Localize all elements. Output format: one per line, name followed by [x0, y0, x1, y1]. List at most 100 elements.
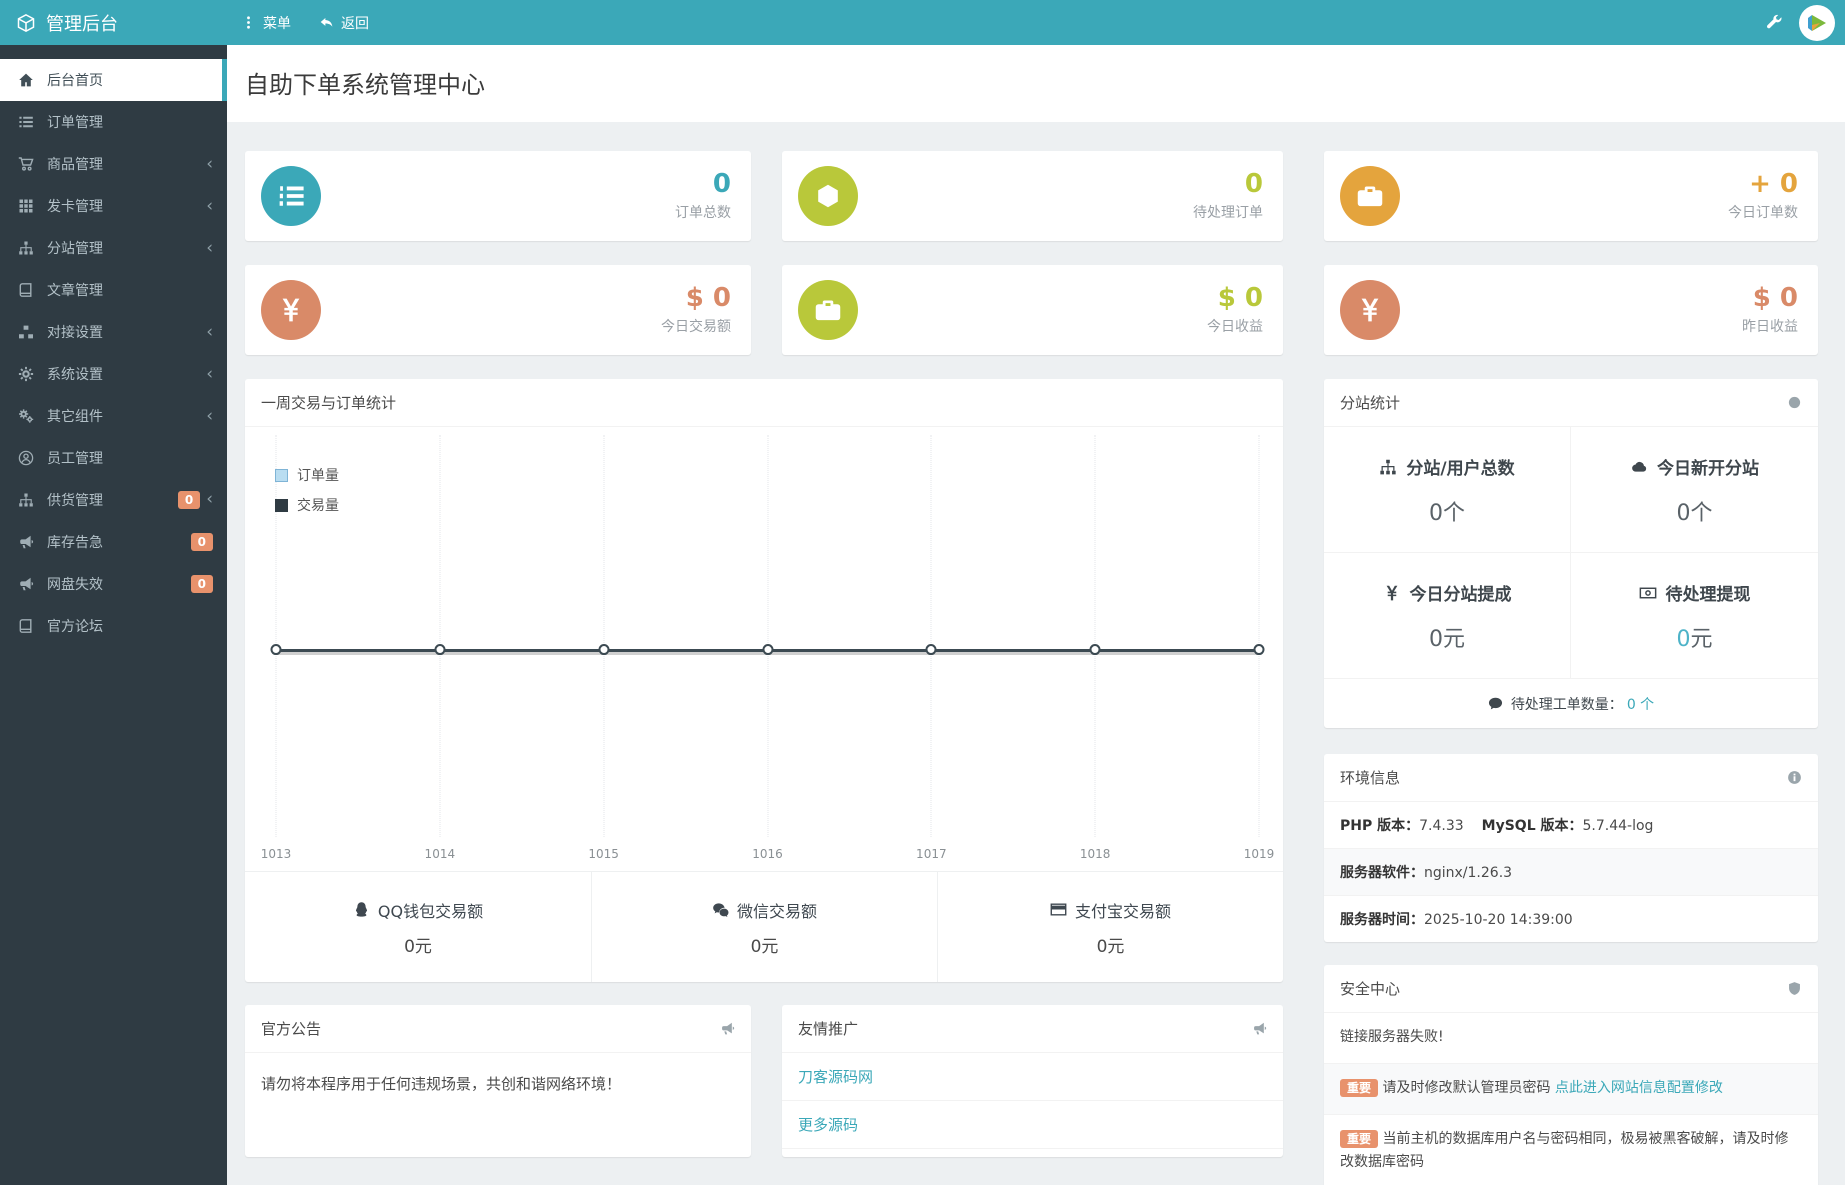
- list-ol-icon: [277, 182, 305, 210]
- promo-link-daoke[interactable]: 刀客源码网: [782, 1053, 1283, 1101]
- chart-legend: 订单量 交易量: [275, 465, 339, 515]
- substation-new-today-cell: 今日新开分站 0个: [1571, 427, 1818, 553]
- stat-cards-row-2: $ 0 今日交易额 $ 0 今日收益 $ 0 昨日收益: [245, 265, 1818, 355]
- server-time: 2025-10-20 14:39:00: [1424, 912, 1573, 928]
- legend-label: 交易量: [297, 498, 339, 514]
- count-badge: 0: [190, 532, 213, 552]
- chart-point: [434, 644, 446, 656]
- sidebar-item-products[interactable]: 商品管理: [0, 143, 227, 185]
- sidebar-item-label: 订单管理: [47, 115, 103, 131]
- cell-value: 0个: [1676, 501, 1713, 526]
- user-circle-icon: [18, 450, 34, 466]
- x-axis-label: 1019: [1243, 847, 1275, 861]
- stat-label: 昨日收益: [1742, 319, 1798, 336]
- book-icon: [18, 282, 34, 298]
- legend-item-trades[interactable]: 交易量: [275, 495, 339, 515]
- legend-item-orders[interactable]: 订单量: [275, 465, 339, 485]
- ellipsis-v-icon: [241, 15, 256, 30]
- cell-value: 0元: [1428, 627, 1465, 652]
- chevron-left-icon: [206, 491, 213, 508]
- comment-icon: [1488, 696, 1503, 711]
- sidebar-item-integration[interactable]: 对接设置: [0, 311, 227, 353]
- chevron-left-icon: [206, 198, 213, 215]
- x-axis-label: 1015: [588, 847, 619, 861]
- security-row-server-fail: 链接服务器失败!: [1324, 1013, 1818, 1064]
- sidebar-item-label: 系统设置: [47, 367, 103, 383]
- stat-cards-row-1: 0 订单总数 0 待处理订单 + 0 今日订单数: [245, 151, 1818, 241]
- sidebar-item-articles[interactable]: 文章管理: [0, 269, 227, 311]
- back-button[interactable]: 返回: [305, 0, 383, 45]
- chart-title: 一周交易与订单统计: [261, 394, 397, 412]
- sidebar-item-substations[interactable]: 分站管理: [0, 227, 227, 269]
- stat-value: 0: [712, 168, 731, 199]
- play-logo-icon: [1803, 8, 1831, 37]
- security-text: 请及时修改默认管理员密码: [1382, 1079, 1555, 1096]
- sidebar-item-dashboard[interactable]: 后台首页: [0, 59, 227, 101]
- sidebar-item-orders[interactable]: 订单管理: [0, 101, 227, 143]
- menu-button[interactable]: 菜单: [227, 0, 305, 45]
- sidebar-item-official-forum[interactable]: 官方论坛: [0, 605, 227, 647]
- chart-point: [762, 644, 773, 656]
- sidebar-item-suppliers[interactable]: 供货管理 0: [0, 479, 227, 521]
- sidebar-item-components[interactable]: 其它组件: [0, 395, 227, 437]
- pending-tickets-row: 待处理工单数量： 0 个: [1324, 678, 1818, 728]
- stat-value: $ 0: [685, 282, 731, 313]
- env-row-time: 服务器时间：2025-10-20 14:39:00: [1340, 912, 1573, 928]
- sidebar-item-label: 对接设置: [47, 325, 103, 341]
- brand-title: 管理后台: [46, 13, 118, 35]
- bullhorn-icon: [18, 534, 34, 550]
- sidebar-item-label: 员工管理: [47, 451, 103, 467]
- security-row-admin-password: 重要 请及时修改默认管理员密码 点此进入网站信息配置修改: [1324, 1063, 1818, 1115]
- security-title: 安全中心: [1340, 980, 1401, 998]
- sidebar-item-staff[interactable]: 员工管理: [0, 437, 227, 479]
- vertical-gridline: [767, 435, 768, 837]
- menu-button-label: 菜单: [263, 15, 291, 32]
- stat-card-total-orders: 0 订单总数: [245, 151, 751, 241]
- x-axis-label: 1016: [752, 847, 783, 861]
- bullhorn-icon: [720, 1021, 735, 1036]
- security-row-db-password: 重要 当前主机的数据库用户名与密码相同，极易被黑客破解，请及时修改数据库密码: [1324, 1115, 1818, 1185]
- stat-value: + 0: [1749, 168, 1798, 199]
- settings-wrench-button[interactable]: [1751, 0, 1797, 45]
- substation-stats-panel: 分站统计 分站/用户总数 0个 今日新开分站 0个 今日分站提成 0元 待处理提…: [1324, 379, 1818, 728]
- wechat-icon: [712, 901, 729, 918]
- env-row-versions: PHP 版本：7.4.33 MySQL 版本：5.7.44-log: [1324, 802, 1818, 849]
- stat-label: 今日收益: [1207, 319, 1263, 336]
- cell-label: 今日分站提成: [1409, 585, 1512, 605]
- announcement-panel: 官方公告 请勿将本程序用于任何违规场景，共创和谐网络环境！: [245, 1005, 751, 1157]
- promo-link-more[interactable]: 更多源码: [782, 1101, 1283, 1149]
- pending-tickets-label: 待处理工单数量：: [1510, 696, 1623, 713]
- sidebar-item-label: 后台首页: [47, 73, 103, 89]
- chevron-left-icon: [206, 408, 213, 425]
- sidebar-item-netdisk-invalid[interactable]: 网盘失效 0: [0, 563, 227, 605]
- substation-title: 分站统计: [1340, 394, 1401, 412]
- important-badge: 重要: [1340, 1129, 1379, 1148]
- stat-value: 0: [1244, 168, 1263, 199]
- environment-panel: 环境信息 PHP 版本：7.4.33 MySQL 版本：5.7.44-log 服务…: [1324, 754, 1818, 942]
- sidebar-item-cards[interactable]: 发卡管理: [0, 185, 227, 227]
- shield-icon: [1787, 981, 1802, 996]
- cell-label: 今日新开分站: [1657, 459, 1759, 479]
- sidebar-item-label: 网盘失效: [47, 577, 103, 593]
- sitemap-icon: [1379, 458, 1397, 476]
- list-icon: [18, 114, 34, 130]
- user-avatar[interactable]: [1799, 4, 1835, 41]
- cell-label: 待处理提现: [1665, 585, 1751, 605]
- reply-arrow-icon: [319, 15, 334, 30]
- pending-tickets-value: 0 个: [1626, 696, 1655, 713]
- config-link[interactable]: 点此进入网站信息配置修改: [1555, 1080, 1723, 1096]
- chart-point: [598, 644, 610, 656]
- brand[interactable]: 管理后台: [0, 0, 227, 45]
- chevron-left-icon: [206, 240, 213, 257]
- stat-card-today-orders: + 0 今日订单数: [1324, 151, 1818, 241]
- sidebar-item-label: 发卡管理: [47, 199, 103, 215]
- chevron-left-icon: [206, 324, 213, 341]
- substation-commission-cell: 今日分站提成 0元: [1324, 553, 1571, 678]
- stat-card-today-profit: $ 0 今日收益: [782, 265, 1283, 355]
- payment-value: 0元: [750, 936, 779, 957]
- info-circle-icon: [1787, 770, 1802, 785]
- sidebar-item-system-settings[interactable]: 系统设置: [0, 353, 227, 395]
- sidebar-item-stock-alert[interactable]: 库存告急 0: [0, 521, 227, 563]
- vertical-gridline: [1094, 435, 1096, 837]
- money-bill-icon: [1639, 584, 1657, 602]
